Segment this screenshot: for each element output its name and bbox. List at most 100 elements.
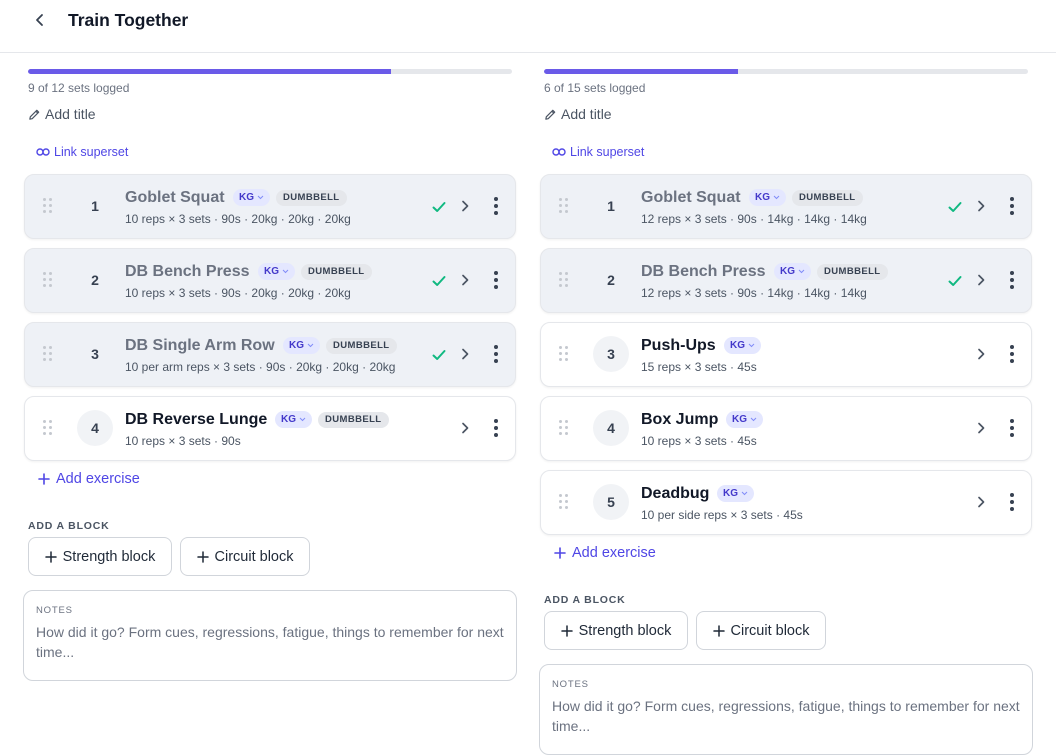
notes-field[interactable]: NOTES How did it go? Form cues, regressi… [23, 590, 517, 681]
notes-placeholder: How did it go? Form cues, regressions, f… [552, 698, 1020, 734]
unit-label: KG [723, 488, 738, 499]
unit-selector[interactable]: KG [749, 189, 786, 206]
plus-icon [196, 550, 209, 563]
unit-label: KG [732, 414, 747, 425]
unit-selector[interactable]: KG [774, 263, 811, 280]
exercise-card[interactable]: 3 Push-Ups KG 15 reps × 3 sets · 45s [540, 322, 1032, 387]
exercise-detail: 10 per arm reps × 3 sets · 90s · 20kg · … [125, 360, 396, 374]
exercise-name: DB Reverse Lunge [125, 411, 268, 428]
chevron-right-icon[interactable] [457, 271, 473, 289]
notes-field[interactable]: NOTES How did it go? Form cues, regressi… [539, 664, 1033, 755]
unit-label: KG [755, 192, 770, 203]
drag-handle-icon[interactable] [559, 272, 569, 288]
add-exercise-label: Add exercise [572, 545, 656, 561]
exercise-number: 4 [77, 410, 113, 446]
drag-handle-icon[interactable] [559, 494, 569, 510]
drag-handle-icon[interactable] [559, 346, 569, 362]
exercise-card[interactable]: 2 DB Bench Press KG DUMBBELL 10 reps × 3… [24, 248, 516, 313]
add-exercise-button[interactable]: Add exercise [554, 545, 656, 561]
plus-icon [38, 473, 50, 485]
drag-handle-icon[interactable] [43, 198, 53, 214]
notes-label: NOTES [552, 679, 589, 690]
circuit-block-button[interactable]: Circuit block [696, 611, 826, 650]
exercise-card[interactable]: 5 Deadbug KG 10 per side reps × 3 sets ·… [540, 470, 1032, 535]
more-vertical-icon[interactable] [489, 194, 503, 218]
exercise-tags: KG DUMBBELL [233, 189, 347, 206]
unit-selector[interactable]: KG [717, 485, 754, 502]
exercise-name: Goblet Squat [641, 189, 741, 206]
unit-label: KG [281, 414, 296, 425]
exercise-tags: KG [726, 411, 763, 428]
more-vertical-icon[interactable] [489, 268, 503, 292]
notes-label: NOTES [36, 605, 73, 616]
unit-selector[interactable]: KG [724, 337, 761, 354]
drag-handle-icon[interactable] [559, 198, 569, 214]
more-vertical-icon[interactable] [1005, 342, 1019, 366]
add-title-button[interactable]: Add title [544, 106, 612, 122]
exercise-name: Box Jump [641, 411, 719, 428]
unit-selector[interactable]: KG [258, 263, 295, 280]
more-vertical-icon[interactable] [1005, 268, 1019, 292]
exercise-tags: KG DUMBBELL [774, 263, 888, 280]
chevron-right-icon[interactable] [973, 197, 989, 215]
exercise-name: DB Bench Press [125, 263, 250, 280]
strength-block-button[interactable]: Strength block [28, 537, 172, 576]
drag-handle-icon[interactable] [43, 346, 53, 362]
unit-selector[interactable]: KG [726, 411, 763, 428]
add-exercise-button[interactable]: Add exercise [38, 471, 140, 487]
chevron-down-icon [748, 343, 755, 348]
exercise-detail: 12 reps × 3 sets · 90s · 14kg · 14kg · 1… [641, 212, 867, 226]
drag-handle-icon[interactable] [43, 420, 53, 436]
link-superset-label: Link superset [54, 145, 129, 159]
unit-label: KG [239, 192, 254, 203]
chevron-right-icon[interactable] [457, 419, 473, 437]
exercise-card[interactable]: 4 DB Reverse Lunge KG DUMBBELL 10 reps ×… [24, 396, 516, 461]
equipment-badge: DUMBBELL [318, 411, 389, 428]
exercise-name: DB Single Arm Row [125, 337, 275, 354]
link-superset-button[interactable]: Link superset [552, 145, 644, 159]
drag-handle-icon[interactable] [559, 420, 569, 436]
equipment-badge: DUMBBELL [326, 337, 397, 354]
exercise-tags: KG DUMBBELL [749, 189, 863, 206]
chevron-right-icon[interactable] [973, 419, 989, 437]
drag-handle-icon[interactable] [43, 272, 53, 288]
plus-icon [44, 550, 57, 563]
more-vertical-icon[interactable] [489, 416, 503, 440]
more-vertical-icon[interactable] [1005, 490, 1019, 514]
exercise-card[interactable]: 1 Goblet Squat KG DUMBBELL 10 reps × 3 s… [24, 174, 516, 239]
unit-label: KG [780, 266, 795, 277]
chevron-right-icon[interactable] [973, 271, 989, 289]
chevron-down-icon [750, 417, 757, 422]
link-superset-button[interactable]: Link superset [36, 145, 128, 159]
chevron-down-icon [741, 491, 748, 496]
add-title-label: Add title [561, 106, 612, 122]
exercise-number: 3 [91, 346, 99, 362]
unit-selector[interactable]: KG [283, 337, 320, 354]
exercise-card[interactable]: 4 Box Jump KG 10 reps × 3 sets · 45s [540, 396, 1032, 461]
unit-selector[interactable]: KG [233, 189, 270, 206]
exercise-tags: KG DUMBBELL [275, 411, 389, 428]
add-exercise-label: Add exercise [56, 471, 140, 487]
more-vertical-icon[interactable] [1005, 194, 1019, 218]
chevron-right-icon[interactable] [973, 345, 989, 363]
exercise-card[interactable]: 1 Goblet Squat KG DUMBBELL 12 reps × 3 s… [540, 174, 1032, 239]
exercise-card[interactable]: 3 DB Single Arm Row KG DUMBBELL 10 per a… [24, 322, 516, 387]
exercise-card[interactable]: 2 DB Bench Press KG DUMBBELL 12 reps × 3… [540, 248, 1032, 313]
progress-text: 9 of 12 sets logged [28, 81, 130, 95]
exercise-number: 2 [607, 272, 615, 288]
top-bar: Train Together [0, 0, 1056, 53]
more-vertical-icon[interactable] [1005, 416, 1019, 440]
strength-block-button[interactable]: Strength block [544, 611, 688, 650]
chevron-right-icon[interactable] [457, 345, 473, 363]
check-icon [432, 202, 446, 212]
more-vertical-icon[interactable] [489, 342, 503, 366]
unit-selector[interactable]: KG [275, 411, 312, 428]
back-button[interactable] [29, 9, 51, 31]
chevron-right-icon[interactable] [973, 493, 989, 511]
circuit-block-button[interactable]: Circuit block [180, 537, 310, 576]
exercise-number: 3 [593, 336, 629, 372]
add-title-button[interactable]: Add title [28, 106, 96, 122]
add-title-label: Add title [45, 106, 96, 122]
link-icon [36, 148, 50, 156]
chevron-right-icon[interactable] [457, 197, 473, 215]
